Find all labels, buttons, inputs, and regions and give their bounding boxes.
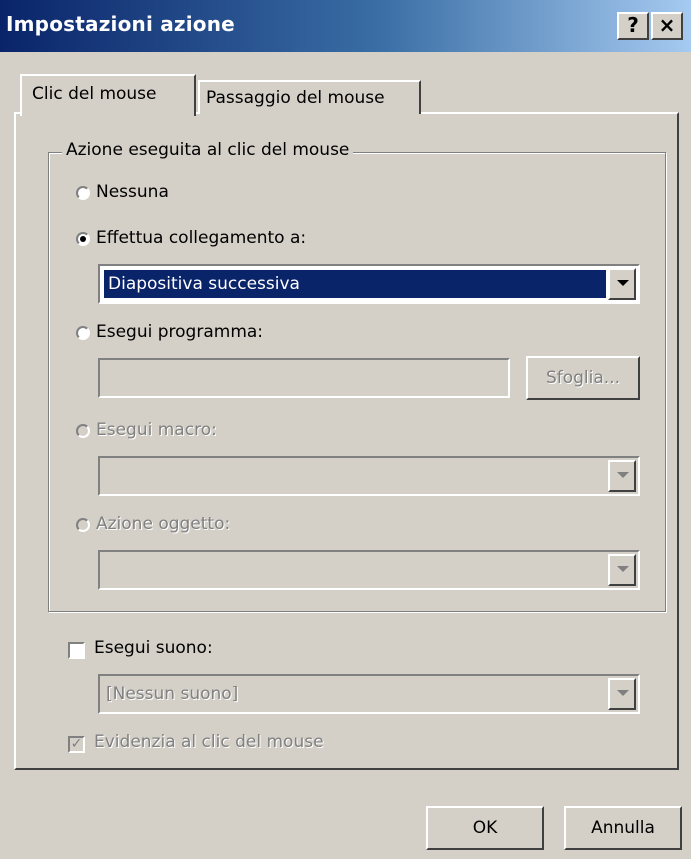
label-programma: Esegui programma: bbox=[96, 322, 264, 342]
radio-macro[interactable] bbox=[76, 424, 90, 438]
ok-button[interactable]: OK bbox=[426, 806, 544, 850]
oggetto-dropdown[interactable] bbox=[98, 550, 640, 590]
collegamento-selected-value: Diapositiva successiva bbox=[104, 270, 606, 298]
label-oggetto: Azione oggetto: bbox=[96, 514, 231, 534]
collegamento-dropdown[interactable]: Diapositiva successiva bbox=[98, 264, 640, 304]
sfoglia-button[interactable]: Sfoglia... bbox=[526, 356, 640, 400]
label-collegamento: Effettua collegamento a: bbox=[96, 228, 307, 248]
close-button[interactable]: × bbox=[651, 12, 683, 40]
chevron-down-icon bbox=[617, 280, 629, 286]
oggetto-dropdown-button[interactable] bbox=[608, 554, 636, 586]
tab-clic-del-mouse[interactable]: Clic del mouse bbox=[20, 74, 196, 116]
window-title: Impostazioni azione bbox=[6, 12, 235, 36]
macro-dropdown-button[interactable] bbox=[608, 460, 636, 492]
label-highlight: Evidenzia al clic del mouse bbox=[94, 732, 324, 752]
tab-label: Passaggio del mouse bbox=[206, 88, 385, 108]
radio-nessuna[interactable] bbox=[76, 186, 90, 200]
help-button[interactable]: ? bbox=[617, 12, 649, 40]
label-sound: Esegui suono: bbox=[94, 638, 213, 658]
tab-label: Clic del mouse bbox=[32, 84, 157, 104]
radio-collegamento[interactable] bbox=[76, 232, 90, 246]
sound-dropdown-button[interactable] bbox=[608, 678, 636, 710]
chevron-down-icon bbox=[617, 566, 629, 572]
programma-input[interactable] bbox=[98, 358, 510, 398]
sound-checkbox[interactable] bbox=[68, 642, 85, 659]
chevron-down-icon bbox=[617, 690, 629, 696]
cancel-button[interactable]: Annulla bbox=[564, 806, 682, 850]
label-nessuna: Nessuna bbox=[96, 182, 169, 202]
label-macro: Esegui macro: bbox=[96, 420, 217, 440]
radio-oggetto[interactable] bbox=[76, 518, 90, 532]
radio-programma[interactable] bbox=[76, 326, 90, 340]
sound-value: [Nessun suono] bbox=[106, 684, 239, 704]
chevron-down-icon bbox=[617, 472, 629, 478]
highlight-checkbox[interactable]: ✓ bbox=[68, 736, 85, 753]
sound-dropdown[interactable]: [Nessun suono] bbox=[98, 674, 640, 714]
collegamento-dropdown-button[interactable] bbox=[608, 268, 636, 300]
group-legend: Azione eseguita al clic del mouse bbox=[62, 140, 354, 160]
macro-dropdown[interactable] bbox=[98, 456, 640, 496]
radio-selected-dot bbox=[80, 236, 86, 242]
tab-passaggio-del-mouse[interactable]: Passaggio del mouse bbox=[198, 80, 421, 114]
title-bar[interactable]: Impostazioni azione ? × bbox=[0, 0, 691, 52]
